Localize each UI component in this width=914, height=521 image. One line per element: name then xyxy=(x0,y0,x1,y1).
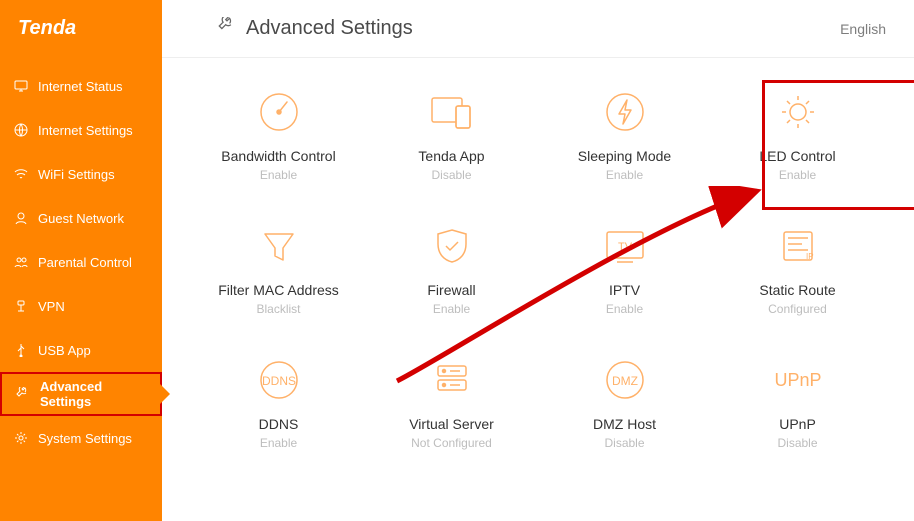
card-status: Enable xyxy=(548,302,701,316)
dmz-icon: DMZ xyxy=(548,356,701,404)
page-header: Advanced Settings English xyxy=(162,0,914,58)
card-title: Virtual Server xyxy=(375,416,528,432)
sidebar-item-label: WiFi Settings xyxy=(38,167,115,182)
card-virtual-server[interactable]: Virtual Server Not Configured xyxy=(375,356,528,450)
card-status: Enable xyxy=(375,302,528,316)
tv-icon: TV xyxy=(548,222,701,270)
card-status: Enable xyxy=(202,168,355,182)
card-title: Firewall xyxy=(375,282,528,298)
server-icon xyxy=(375,356,528,404)
sidebar: Tenda Internet Status Internet Settings xyxy=(0,0,162,521)
sidebar-item-advanced-settings[interactable]: Advanced Settings xyxy=(0,372,162,416)
sidebar-item-internet-status[interactable]: Internet Status xyxy=(0,64,162,108)
card-title: UPnP xyxy=(721,416,874,432)
card-ddns[interactable]: DDNS DDNS Enable xyxy=(202,356,355,450)
sidebar-item-label: VPN xyxy=(38,299,65,314)
wifi-icon xyxy=(14,167,28,181)
card-title: Static Route xyxy=(721,282,874,298)
card-upnp[interactable]: UPnP UPnP Disable xyxy=(721,356,874,450)
card-status: Disable xyxy=(375,168,528,182)
ddns-icon: DDNS xyxy=(202,356,355,404)
sidebar-item-label: System Settings xyxy=(38,431,132,446)
card-led-control[interactable]: LED Control Enable xyxy=(721,88,874,182)
sidebar-item-label: USB App xyxy=(38,343,91,358)
users-icon xyxy=(14,255,28,269)
card-bandwidth-control[interactable]: Bandwidth Control Enable xyxy=(202,88,355,182)
sidebar-item-wifi-settings[interactable]: WiFi Settings xyxy=(0,152,162,196)
filter-icon xyxy=(202,222,355,270)
card-title: Filter MAC Address xyxy=(202,282,355,298)
card-status: Not Configured xyxy=(375,436,528,450)
card-status: Enable xyxy=(548,168,701,182)
card-status: Enable xyxy=(721,168,874,182)
card-firewall[interactable]: Firewall Enable xyxy=(375,222,528,316)
devices-icon xyxy=(375,88,528,136)
card-status: Disable xyxy=(721,436,874,450)
card-tenda-app[interactable]: Tenda App Disable xyxy=(375,88,528,182)
sidebar-item-label: Parental Control xyxy=(38,255,132,270)
card-filter-mac-address[interactable]: Filter MAC Address Blacklist xyxy=(202,222,355,316)
sidebar-item-internet-settings[interactable]: Internet Settings xyxy=(0,108,162,152)
card-title: Bandwidth Control xyxy=(202,148,355,164)
sidebar-item-label: Guest Network xyxy=(38,211,124,226)
svg-text:UPnP: UPnP xyxy=(774,370,821,390)
sidebar-item-label: Advanced Settings xyxy=(40,379,148,409)
svg-text:TV: TV xyxy=(617,241,632,253)
svg-text:IP: IP xyxy=(806,252,814,261)
sidebar-item-usb-app[interactable]: USB App xyxy=(0,328,162,372)
card-status: Enable xyxy=(202,436,355,450)
card-title: DMZ Host xyxy=(548,416,701,432)
vpn-icon xyxy=(14,299,28,313)
brand-text: Tenda xyxy=(18,17,76,39)
monitor-icon xyxy=(14,79,28,93)
card-iptv[interactable]: TV IPTV Enable xyxy=(548,222,701,316)
card-title: Sleeping Mode xyxy=(548,148,701,164)
settings-grid: Bandwidth Control Enable Tenda App Disab… xyxy=(162,58,914,450)
page-title: Advanced Settings xyxy=(246,17,413,40)
shield-icon xyxy=(375,222,528,270)
card-status: Disable xyxy=(548,436,701,450)
card-sleeping-mode[interactable]: Sleeping Mode Enable xyxy=(548,88,701,182)
card-dmz-host[interactable]: DMZ DMZ Host Disable xyxy=(548,356,701,450)
sidebar-item-parental-control[interactable]: Parental Control xyxy=(0,240,162,284)
upnp-icon: UPnP xyxy=(721,356,874,404)
card-title: IPTV xyxy=(548,282,701,298)
wrench-icon xyxy=(218,17,236,40)
svg-text:DMZ: DMZ xyxy=(612,374,638,388)
language-selector[interactable]: English xyxy=(840,21,886,37)
sidebar-item-system-settings[interactable]: System Settings xyxy=(0,416,162,460)
main-content: Advanced Settings English Bandwidth Cont… xyxy=(162,0,914,521)
power-icon xyxy=(548,88,701,136)
card-title: Tenda App xyxy=(375,148,528,164)
gauge-icon xyxy=(202,88,355,136)
sidebar-nav: Internet Status Internet Settings WiFi S… xyxy=(0,58,162,460)
card-title: DDNS xyxy=(202,416,355,432)
card-status: Blacklist xyxy=(202,302,355,316)
card-status: Configured xyxy=(721,302,874,316)
brand-logo: Tenda xyxy=(0,0,162,58)
sidebar-item-label: Internet Settings xyxy=(38,123,133,138)
sidebar-item-vpn[interactable]: VPN xyxy=(0,284,162,328)
user-icon xyxy=(14,211,28,225)
card-static-route[interactable]: IP Static Route Configured xyxy=(721,222,874,316)
usb-icon xyxy=(14,343,28,357)
sidebar-item-label: Internet Status xyxy=(38,79,123,94)
bulb-icon xyxy=(721,88,874,136)
wrench-icon xyxy=(16,387,30,401)
gear-icon xyxy=(14,431,28,445)
card-title: LED Control xyxy=(721,148,874,164)
sidebar-item-guest-network[interactable]: Guest Network xyxy=(0,196,162,240)
globe-icon xyxy=(14,123,28,137)
route-icon: IP xyxy=(721,222,874,270)
svg-text:DDNS: DDNS xyxy=(261,374,295,388)
